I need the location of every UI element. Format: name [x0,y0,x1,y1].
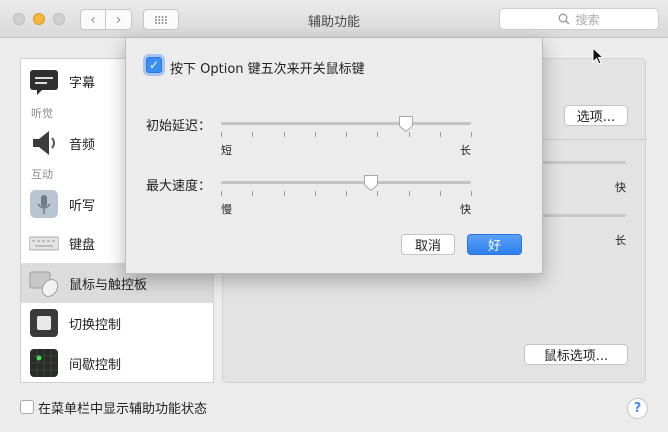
sidebar-item-label: 键盘 [69,237,96,253]
slider-tick [377,132,378,137]
keyboard-icon [29,236,59,251]
slider-tick [471,191,472,196]
sidebar-item-label: 听写 [69,198,96,214]
show-status-label: 在菜单栏中显示辅助功能状态 [38,402,208,417]
section-header-hearing: 听觉 [31,107,53,120]
help-button[interactable]: ? [627,398,648,419]
slider-min-label: 慢 [221,203,232,216]
sidebar-item-label: 切换控制 [69,317,122,333]
search-field[interactable]: 搜索 [499,8,659,30]
initial-delay-label: 初始延迟： [146,119,212,134]
slider-tick [221,191,222,196]
search-icon [559,13,570,25]
slider-tick [440,132,441,137]
slider-tick [252,191,253,196]
slider-max-label: 快 [460,203,471,216]
sidebar-item-switch-control[interactable]: 切换控制 [21,303,213,343]
tracking-speed-slider[interactable] [543,161,626,164]
divider [543,139,647,140]
slider-tick [315,132,316,137]
slider-thumb[interactable] [398,115,414,133]
mouse-options-button[interactable]: 鼠标选项... [524,344,628,365]
sidebar-item-label: 字幕 [69,75,96,91]
scroll-speed-slider[interactable] [543,214,626,217]
mouse-icon [29,271,59,297]
slider-track [221,122,471,125]
slider-thumb[interactable] [363,174,379,192]
speaker-icon [33,131,55,155]
slider-tick [221,132,222,137]
sidebar-item-label: 音频 [69,137,96,153]
slider-max-label: 长 [460,144,471,157]
cancel-button[interactable]: 取消 [401,234,455,255]
slider-tick [440,191,441,196]
ok-button[interactable]: 好 [467,234,522,255]
checkmark-icon: ✓ [148,58,160,72]
slider-tick [284,191,285,196]
search-placeholder: 搜索 [575,12,600,27]
sidebar-item-label: 间歇控制 [69,357,122,373]
slider-tick [284,132,285,137]
slider-max-label: 快 [615,181,626,194]
slider-tick [315,191,316,196]
slider-tick [252,132,253,137]
options-button[interactable]: 选项... [564,105,628,126]
sidebar-item-dwell-control[interactable]: 间歇控制 [21,343,213,383]
slider-track [221,181,471,184]
enable-mouse-keys-label: 按下 Option 键五次来开关鼠标键 [170,62,365,77]
title-bar: ‹ › 辅助功能 搜索 [0,0,668,38]
slider-max-label: 长 [615,234,626,247]
captions-icon [30,70,58,95]
microphone-icon [30,190,58,218]
show-status-checkbox[interactable] [20,400,34,414]
enable-mouse-keys-checkbox[interactable]: ✓ [146,57,162,73]
slider-tick [409,191,410,196]
slider-min-label: 短 [221,144,232,157]
slider-tick [471,132,472,137]
dwell-control-icon [30,349,58,377]
section-header-interaction: 互动 [31,168,53,181]
mouse-cursor-icon [592,47,604,65]
max-speed-label: 最大速度： [146,179,212,194]
sidebar-item-label: 鼠标与触控板 [69,277,148,293]
mouse-keys-sheet: ✓ 按下 Option 键五次来开关鼠标键 初始延迟： 短 长 最大速度： 慢 … [125,38,543,274]
slider-tick [346,191,347,196]
switch-control-icon [30,309,58,337]
slider-tick [346,132,347,137]
